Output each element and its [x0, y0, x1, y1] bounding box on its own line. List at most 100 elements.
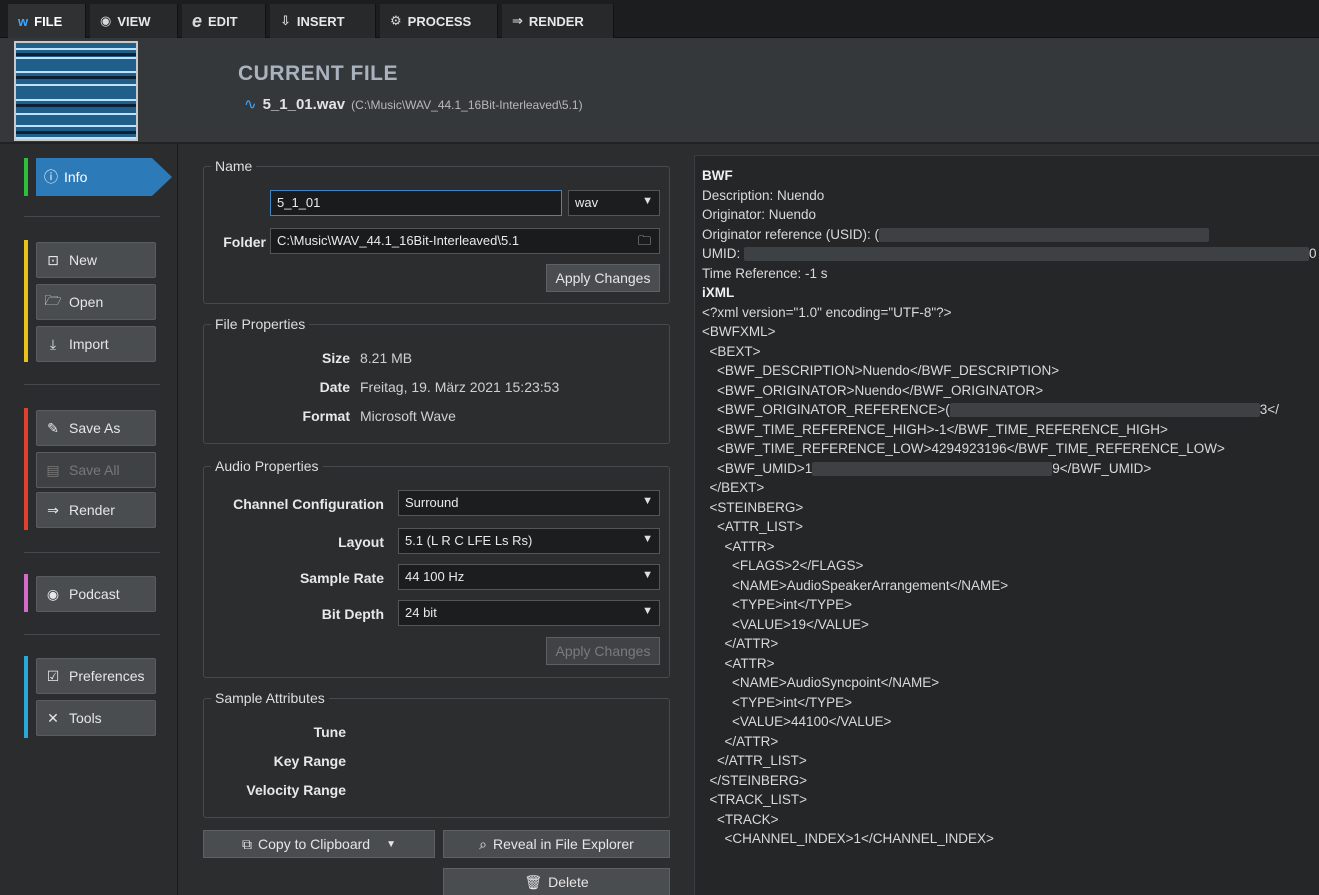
podcast-button[interactable]: ◉ Podcast: [36, 576, 156, 612]
file-properties-title: File Properties: [211, 316, 310, 332]
gears-icon: ⚙: [390, 13, 402, 28]
metadata-line: <BWF_TIME_REFERENCE_LOW>4294923196</BWF_…: [702, 439, 1319, 459]
preferences-button[interactable]: ☑ Preferences: [36, 658, 156, 694]
metadata-line-text: Description: Nuendo: [702, 187, 825, 203]
preferences-icon: ☑: [46, 667, 60, 684]
metadata-line: <NAME>AudioSpeakerArrangement</NAME>: [702, 576, 1319, 596]
metadata-line-text: <VALUE>44100</VALUE>: [702, 714, 892, 729]
info-button[interactable]: ⓘ Info: [36, 158, 172, 196]
format-label: Format: [302, 408, 350, 424]
metadata-line-tail: 9</BWF_UMID>: [1052, 460, 1152, 476]
size-value: 8.21 MB: [360, 350, 413, 366]
preferences-label: Preferences: [69, 668, 145, 684]
folder-path: C:\Music\WAV_44.1_16Bit-Interleaved\5.1: [277, 233, 520, 248]
metadata-line: <VALUE>44100</VALUE>: [702, 712, 1319, 732]
sample-rate-select[interactable]: 44 100 Hz ▼: [398, 564, 660, 590]
render-button[interactable]: ⇒ Render: [36, 492, 156, 528]
file-tab-icon: w: [18, 13, 29, 29]
save-group-bar: [24, 408, 28, 530]
copy-icon: ⧉: [242, 835, 253, 852]
delete-label: Delete: [548, 874, 589, 890]
chevron-down-icon[interactable]: ▼: [386, 839, 396, 850]
copy-to-clipboard-button[interactable]: ⧉ Copy to Clipboard ▼: [203, 830, 435, 858]
chevron-down-icon: ▼: [642, 495, 653, 507]
metadata-line: <FLAGS>2</FLAGS>: [702, 556, 1319, 576]
copy-label: Copy to Clipboard: [258, 836, 371, 852]
tab-edit[interactable]: e EDIT: [182, 4, 266, 38]
new-button[interactable]: ⊡ New: [36, 242, 156, 278]
save-as-label: Save As: [69, 420, 121, 436]
metadata-line: Originator: Nuendo: [702, 205, 1319, 225]
metadata-line: <BWF_UMID>1 9</BWF_UMID>: [702, 459, 1319, 479]
save-all-button[interactable]: ▤ Save All: [36, 452, 156, 488]
folder-label: Folder: [223, 234, 266, 250]
trash-icon: 🗑: [524, 873, 543, 890]
tab-file[interactable]: w FILE: [8, 4, 86, 38]
tools-button[interactable]: ✕ Tools: [36, 700, 156, 736]
metadata-line-text: <TRACK_LIST>: [702, 792, 808, 807]
metadata-text-panel[interactable]: BWF Description: Nuendo Originator: Nuendo…: [694, 155, 1319, 895]
info-icon: ⓘ: [44, 169, 58, 185]
render-label: Render: [69, 502, 115, 518]
bit-depth-select[interactable]: 24 bit ▼: [398, 600, 660, 626]
open-label: Open: [69, 294, 104, 310]
metadata-line: <BWF_DESCRIPTION>Nuendo</BWF_DESCRIPTION…: [702, 361, 1319, 381]
tab-insert[interactable]: ⇩ INSERT: [270, 4, 376, 38]
podcast-group-bar: [24, 574, 28, 612]
file-group-bar: [24, 240, 28, 362]
sidebar-separator: [24, 384, 160, 385]
metadata-line-text: Originator: Nuendo: [702, 207, 817, 222]
key-range-label: Key Range: [273, 753, 346, 769]
reveal-icon: ⌕: [479, 835, 487, 852]
current-file-header: [0, 38, 1319, 144]
metadata-line-text: <FLAGS>2</FLAGS>: [702, 558, 864, 573]
sample-rate-value: 44 100 Hz: [405, 569, 465, 584]
layout-select[interactable]: 5.1 (L R C LFE Ls Rs) ▼: [398, 528, 660, 554]
folder-open-icon: 🗁: [44, 292, 62, 308]
layout-label: Layout: [338, 534, 384, 550]
tab-view[interactable]: ◉ VIEW: [90, 4, 178, 38]
size-label: Size: [321, 350, 350, 366]
podcast-icon: ◉: [46, 585, 60, 602]
metadata-line: BWF: [702, 166, 1319, 186]
redacted-value: [812, 461, 1053, 476]
metadata-line: <VALUE>19</VALUE>: [702, 615, 1319, 635]
metadata-line: </ATTR_LIST>: [702, 751, 1319, 771]
chevron-down-icon: ▼: [642, 533, 653, 545]
sidebar-separator: [24, 552, 160, 553]
redacted-value: [949, 403, 1260, 418]
save-as-button[interactable]: ✎ Save As: [36, 410, 156, 446]
metadata-line: UMID: 0: [702, 244, 1319, 264]
extension-select[interactable]: wav ▼: [568, 190, 660, 216]
file-name-input[interactable]: 5_1_01: [270, 190, 562, 216]
metadata-line-text: </STEINBERG>: [702, 772, 808, 788]
metadata-line: <ATTR_LIST>: [702, 517, 1319, 537]
metadata-line-text: <TRACK>: [702, 811, 779, 827]
import-button[interactable]: ⤓ Import: [36, 326, 156, 362]
tab-process[interactable]: ⚙ PROCESS: [380, 4, 498, 38]
channel-config-select[interactable]: Surround ▼: [398, 490, 660, 516]
metadata-line: iXML: [702, 283, 1319, 303]
import-icon: ⤓: [49, 335, 57, 352]
sidebar-separator: [24, 216, 160, 217]
metadata-line-text: Time Reference: -1 s: [702, 265, 828, 281]
reveal-in-explorer-button[interactable]: ⌕ Reveal in File Explorer: [443, 830, 670, 858]
save-as-icon: ✎: [47, 419, 59, 436]
metadata-line-text: <ATTR>: [702, 538, 775, 554]
delete-button[interactable]: 🗑 Delete: [443, 868, 670, 895]
metadata-line-text: <BWF_UMID>1: [702, 460, 813, 476]
extension-value: wav: [575, 195, 599, 210]
info-group-bar: [24, 158, 28, 196]
open-button[interactable]: 🗁 Open: [36, 284, 156, 320]
folder-field[interactable]: C:\Music\WAV_44.1_16Bit-Interleaved\5.1 …: [270, 228, 660, 254]
apply-audio-button[interactable]: Apply Changes: [546, 637, 660, 665]
metadata-line: <TYPE>int</TYPE>: [702, 595, 1319, 615]
tab-insert-label: INSERT: [296, 13, 345, 29]
metadata-line-text: <STEINBERG>: [702, 499, 804, 515]
tab-view-label: VIEW: [117, 13, 151, 29]
apply-name-button[interactable]: Apply Changes: [546, 264, 660, 292]
folder-icon[interactable]: 🗀: [638, 232, 651, 254]
tab-render[interactable]: ⇒ RENDER: [502, 4, 614, 38]
render-icon: ⇒: [47, 501, 59, 518]
bit-depth-value: 24 bit: [405, 605, 437, 620]
